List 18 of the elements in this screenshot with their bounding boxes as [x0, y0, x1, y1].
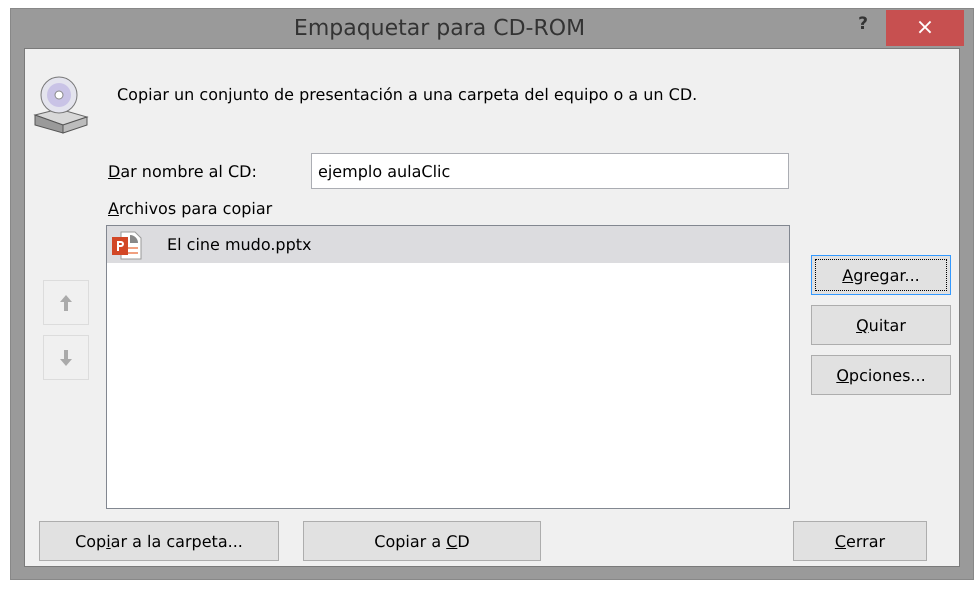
- side-button[interactable]: Opciones...: [811, 355, 951, 395]
- down-arrow-icon: [58, 348, 72, 366]
- cd-name-field[interactable]: ejemplo aulaClic: [311, 153, 789, 189]
- file-name: El cine mudo.pptx: [167, 235, 312, 254]
- file-list-item[interactable]: El cine mudo.pptx: [107, 226, 789, 263]
- up-arrow-icon: [58, 294, 72, 312]
- side-button[interactable]: Agregar...: [811, 255, 951, 295]
- dialog-button[interactable]: Copiar a CD: [303, 521, 541, 561]
- dialog-button[interactable]: Cerrar: [793, 521, 927, 561]
- presentation-file-icon: [111, 228, 143, 260]
- dialog-button[interactable]: Copiar a la carpeta...: [39, 521, 279, 561]
- close-button[interactable]: ×: [886, 10, 964, 46]
- side-button[interactable]: Quitar: [811, 305, 951, 345]
- cd-name-label: Dar nombre al CD:: [108, 162, 258, 180]
- window-title: Empaquetar para CD-ROM: [292, 16, 586, 41]
- help-button[interactable]: ?: [848, 14, 878, 34]
- files-label: Archivos para copiar: [108, 199, 274, 218]
- description-text: Copiar un conjunto de presentación a una carpeta del equipo o a un CD.: [117, 85, 698, 104]
